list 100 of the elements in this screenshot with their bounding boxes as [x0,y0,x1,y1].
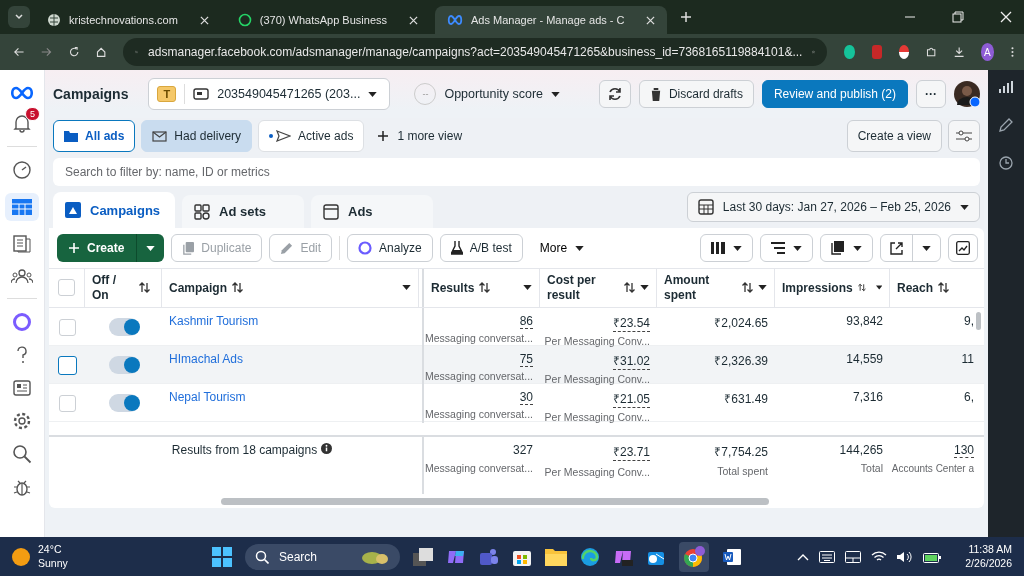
download-icon[interactable] [953,45,964,59]
browser-tab[interactable]: Ads Manager - Manage ads - C [435,6,668,34]
column-header[interactable]: Off / On [92,273,126,303]
chevron-up-icon[interactable] [797,552,810,561]
column-header[interactable]: Impressions [782,280,853,295]
windows-start-icon[interactable] [212,546,232,567]
taskbar-search-field[interactable]: Search [245,543,400,570]
new-tab-icon[interactable] [680,11,693,23]
puzzle-icon[interactable] [926,45,937,59]
address-bar[interactable]: adsmanager.facebook.com/adsmanager/manage/campaigns?act=203549045471265&business_id=7368165119884101&... [123,38,828,66]
level-tab[interactable]: Ad sets [182,195,304,228]
table-icon[interactable] [5,193,39,221]
column-header[interactable]: Reach [897,280,934,295]
toggle-switch[interactable] [108,356,139,374]
search-icon[interactable] [12,444,32,464]
column-header[interactable]: Campaign [169,280,227,295]
campaign-link[interactable]: Kashmir Tourism [169,313,259,328]
view-tab[interactable]: Active ads [258,120,365,152]
task-view-icon[interactable] [413,547,433,566]
review-and-publish-button[interactable]: Review and publish (2) [761,80,908,108]
back-icon[interactable] [14,45,25,59]
sort-icon[interactable] [857,282,866,294]
reload-icon[interactable] [68,45,79,59]
restore-icon[interactable] [952,11,964,23]
people-icon[interactable] [11,267,33,285]
filter-settings-button[interactable] [948,120,980,152]
search-field[interactable]: Search to filter by: name, ID or metrics [53,158,980,186]
create-view-button[interactable]: Create a view [846,120,942,152]
breakdown-dropdown[interactable] [760,234,813,262]
row-checkbox[interactable] [57,355,77,375]
level-tab[interactable]: Ads [311,195,433,228]
browser-tab[interactable]: (370) WhatsApp Business [225,6,430,34]
pencil-icon[interactable] [999,118,1013,132]
folder-icon[interactable] [545,547,567,566]
sort-icon[interactable] [624,282,635,294]
vertical-scrollbar[interactable] [976,312,981,330]
more-button[interactable]: ··· [916,80,946,108]
account-selector[interactable]: T 203549045471265 (203... [148,78,391,110]
analyze-button[interactable]: Analyze [347,234,433,262]
sort-icon[interactable] [139,282,150,294]
column-header[interactable]: Amount spent [664,273,720,303]
close-icon[interactable] [1000,11,1012,23]
horizontal-scrollbar[interactable] [221,498,769,506]
people-icon[interactable] [479,546,499,567]
discard-drafts-button[interactable]: Discard drafts [638,80,754,108]
window-icon[interactable] [845,550,862,563]
keyboard-icon[interactable] [819,550,836,563]
gauge-icon[interactable] [12,160,32,180]
sort-icon[interactable] [232,282,243,294]
reports-dropdown[interactable] [820,234,873,262]
menu-icon[interactable] [1011,45,1014,59]
newspaper-icon[interactable] [12,378,32,398]
chart-button[interactable] [948,234,978,262]
ring-icon[interactable] [12,312,32,332]
refresh-button[interactable] [598,80,631,108]
close-icon[interactable] [409,15,418,25]
close-icon[interactable] [646,15,656,25]
level-tab[interactable]: Campaigns [53,192,175,228]
battery-icon[interactable] [923,550,942,563]
campaign-link[interactable]: Nepal Tourism [169,389,246,404]
document-icon[interactable] [722,546,742,567]
column-header[interactable]: Results [431,280,475,295]
view-tab[interactable]: Had delivery [141,120,253,152]
infinity-logo[interactable] [10,86,34,100]
campaign-link[interactable]: HImachal Ads [169,351,244,366]
help-icon[interactable] [14,345,30,365]
more-views-button[interactable]: 1 more view [378,129,463,143]
sort-icon[interactable] [742,282,753,294]
column-header[interactable]: Cost per result [547,273,603,303]
bar-chart-icon[interactable] [999,80,1013,94]
home-icon[interactable] [95,45,107,59]
bell-icon[interactable] [12,113,32,133]
close-icon[interactable] [199,15,209,25]
more-dropdown[interactable]: More [529,241,595,255]
info-icon[interactable] [321,442,333,454]
opportunity-score-dropdown[interactable]: -- Opportunity score [414,83,561,105]
clock-icon[interactable] [999,156,1013,170]
ball-icon[interactable] [898,45,910,59]
settings-icon[interactable] [12,411,32,431]
create-button[interactable]: Create [57,234,137,262]
tab-list-button[interactable] [8,6,30,28]
select-all-checkbox[interactable] [58,279,75,297]
date-range-picker[interactable]: Last 30 days: Jan 27, 2026 – Feb 25, 2026 [686,192,980,222]
extension-icon[interactable] [844,45,855,59]
sort-icon[interactable] [479,282,491,294]
create-dropdown-button[interactable] [136,234,165,262]
toggle-switch[interactable] [108,394,139,412]
wave-circle-icon[interactable] [580,546,600,567]
ab-test-button[interactable]: A/B test [439,234,523,262]
browser-tab[interactable]: kristechnovations.com [35,6,221,34]
profile-avatar[interactable]: A [980,43,995,61]
columns-dropdown[interactable] [700,234,753,262]
browser-app-icon[interactable] [679,541,709,572]
wifi-icon[interactable] [871,550,888,563]
view-tab[interactable]: All ads [53,120,136,152]
pages-icon[interactable] [12,234,32,254]
sort-icon[interactable] [938,282,950,294]
speaker-icon[interactable] [897,550,914,563]
toggle-switch[interactable] [108,318,139,336]
profile-avatar[interactable] [954,81,980,107]
